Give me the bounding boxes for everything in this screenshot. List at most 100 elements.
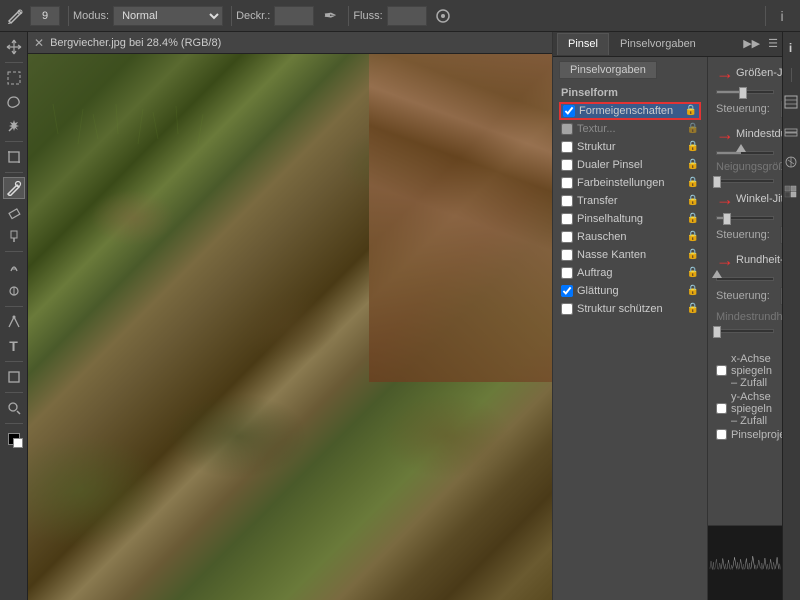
check-auftrag[interactable]: Auftrag 🔒 bbox=[559, 264, 701, 282]
check-textur[interactable]: Textur... 🔒 bbox=[559, 120, 701, 138]
check-struktur[interactable]: Struktur 🔒 bbox=[559, 138, 701, 156]
top-toolbar: 9 Modus: Normal Auflösen Abdunkeln Deckr… bbox=[0, 0, 800, 32]
brush-size-input[interactable]: 9 bbox=[30, 6, 60, 26]
brush-tool-icon[interactable] bbox=[4, 4, 28, 28]
mindestdurchmesser-section: → Mindestdurchmesser 42% bbox=[716, 124, 774, 155]
check-transfer[interactable]: Transfer 🔒 bbox=[559, 192, 701, 210]
steuerung2-row: Steuerung: Aus Zeichenstift-Druck bbox=[716, 226, 774, 244]
groessen-jitter-row: → Größen-Jitter 46% bbox=[716, 63, 774, 84]
check-farbeinstellungen[interactable]: Farbeinstellungen 🔒 bbox=[559, 174, 701, 192]
tab-pinsel[interactable]: Pinsel bbox=[557, 33, 609, 55]
x-achse-checkbox[interactable] bbox=[716, 365, 727, 376]
divider bbox=[5, 62, 23, 63]
groessen-jitter-slider[interactable] bbox=[716, 90, 774, 94]
arrow-rundheit: → bbox=[716, 250, 734, 271]
divider-1 bbox=[68, 6, 69, 26]
check-struktur-schuetzen[interactable]: Struktur schützen 🔒 bbox=[559, 300, 701, 318]
winkel-jitter-slider[interactable] bbox=[716, 216, 774, 220]
far-right-swatches[interactable] bbox=[779, 180, 800, 204]
canvas-title: Bergviecher.jpg bei 28.4% (RGB/8) bbox=[50, 37, 221, 49]
check-textur-input[interactable] bbox=[561, 123, 573, 135]
check-dualer-pinsel[interactable]: Dualer Pinsel 🔒 bbox=[559, 156, 701, 174]
check-glaettung[interactable]: Glättung 🔒 bbox=[559, 282, 701, 300]
lock-icon-farb: 🔒 bbox=[687, 177, 699, 188]
canvas-close[interactable]: ✕ bbox=[34, 36, 44, 50]
deckr-input[interactable]: 100% bbox=[274, 6, 314, 26]
check-rauschen-input[interactable] bbox=[561, 231, 573, 243]
check-struktur-label: Struktur bbox=[577, 141, 685, 153]
neigungsgroesse-slider[interactable] bbox=[716, 179, 774, 183]
check-formeigenschaften-label: Formeigenschaften bbox=[579, 105, 683, 117]
lasso-tool[interactable] bbox=[3, 91, 25, 113]
rundheit-jitter-slider[interactable] bbox=[716, 277, 774, 281]
canvas-image[interactable] bbox=[28, 54, 552, 600]
airbrush-icon[interactable]: ✒ bbox=[318, 4, 342, 28]
pinselvorgaben-btn[interactable]: Pinselvorgaben bbox=[559, 61, 657, 79]
divider-3 bbox=[348, 6, 349, 26]
fluss-input[interactable]: 100% bbox=[387, 6, 427, 26]
check-struktur-schuetzen-input[interactable] bbox=[561, 303, 573, 315]
eraser-tool[interactable] bbox=[3, 201, 25, 223]
lock-icon-rauschen: 🔒 bbox=[687, 231, 699, 242]
check-struktur-schuetzen-label: Struktur schützen bbox=[577, 303, 685, 315]
winkel-jitter-row: → Winkel-Jitter 17% bbox=[716, 189, 774, 210]
check-nasse-kanten[interactable]: Nasse Kanten 🔒 bbox=[559, 246, 701, 264]
zoom-tool[interactable] bbox=[3, 397, 25, 419]
paint-bucket-tool[interactable] bbox=[3, 225, 25, 247]
pinselprojektion-checkbox[interactable] bbox=[716, 429, 727, 440]
mindestdurchmesser-slider[interactable] bbox=[716, 151, 774, 155]
pinselvorgaben-button[interactable]: Pinselvorgaben bbox=[559, 61, 701, 83]
check-formeigenschaften[interactable]: Formeigenschaften 🔒 bbox=[559, 102, 701, 120]
check-rauschen[interactable]: Rauschen 🔒 bbox=[559, 228, 701, 246]
check-struktur-input[interactable] bbox=[561, 141, 573, 153]
pen-tool[interactable] bbox=[3, 311, 25, 333]
divider bbox=[5, 361, 23, 362]
check-farb-input[interactable] bbox=[561, 177, 573, 189]
lock-icon-nasse: 🔒 bbox=[687, 249, 699, 260]
modus-select[interactable]: Normal Auflösen Abdunkeln bbox=[113, 6, 223, 26]
check-nasse-input[interactable] bbox=[561, 249, 573, 261]
modus-label: Modus: bbox=[73, 10, 109, 22]
panel-arrow-icon[interactable]: ▶▶ bbox=[743, 37, 760, 50]
tab-pinselvorgaben[interactable]: Pinselvorgaben bbox=[609, 33, 707, 55]
deckr-label: Deckr.: bbox=[236, 10, 270, 22]
far-right-history[interactable] bbox=[779, 90, 800, 114]
steuerung3-label: Steuerung: bbox=[716, 290, 776, 302]
lock-icon-glaettung: 🔒 bbox=[687, 285, 699, 296]
dodge-tool[interactable] bbox=[3, 280, 25, 302]
check-transfer-input[interactable] bbox=[561, 195, 573, 207]
check-nasse-label: Nasse Kanten bbox=[577, 249, 685, 261]
check-auftrag-input[interactable] bbox=[561, 267, 573, 279]
neigungsgroesse-section: Neigungsgröße bbox=[716, 161, 774, 183]
panel-menu-icon[interactable]: ☰ bbox=[768, 37, 778, 50]
text-tool[interactable]: T bbox=[3, 335, 25, 357]
crop-tool[interactable] bbox=[3, 146, 25, 168]
check-glaettung-input[interactable] bbox=[561, 285, 573, 297]
magic-wand-tool[interactable] bbox=[3, 115, 25, 137]
shape-tool[interactable] bbox=[3, 366, 25, 388]
check-pinselhaltung[interactable]: Pinselhaltung 🔒 bbox=[559, 210, 701, 228]
divider bbox=[5, 172, 23, 173]
far-right-layers[interactable] bbox=[779, 120, 800, 144]
mindestrundheit-slider[interactable] bbox=[716, 329, 774, 333]
check-formeigenschaften-input[interactable] bbox=[563, 105, 575, 117]
brush-tool[interactable] bbox=[3, 177, 25, 199]
tablet-icon[interactable] bbox=[431, 4, 455, 28]
modus-group: Modus: Normal Auflösen Abdunkeln bbox=[73, 6, 223, 26]
check-pinselhaltung-input[interactable] bbox=[561, 213, 573, 225]
blur-tool[interactable] bbox=[3, 256, 25, 278]
x-achse-label: x-Achse spiegeln – Zufall bbox=[731, 353, 774, 389]
check-glaettung-label: Glättung bbox=[577, 285, 685, 297]
y-achse-checkbox[interactable] bbox=[716, 403, 727, 414]
info-icon[interactable]: i bbox=[770, 4, 794, 28]
divider bbox=[5, 306, 23, 307]
move-tool[interactable] bbox=[3, 36, 25, 58]
lock-icon-auftrag: 🔒 bbox=[687, 267, 699, 278]
foreground-color[interactable] bbox=[3, 428, 25, 450]
far-right-adjustments[interactable] bbox=[779, 150, 800, 174]
check-dualer-input[interactable] bbox=[561, 159, 573, 171]
divider-2 bbox=[231, 6, 232, 26]
neigungsgroesse-label: Neigungsgröße bbox=[716, 161, 774, 173]
selection-tool[interactable] bbox=[3, 67, 25, 89]
far-right-info[interactable]: i bbox=[779, 36, 800, 60]
